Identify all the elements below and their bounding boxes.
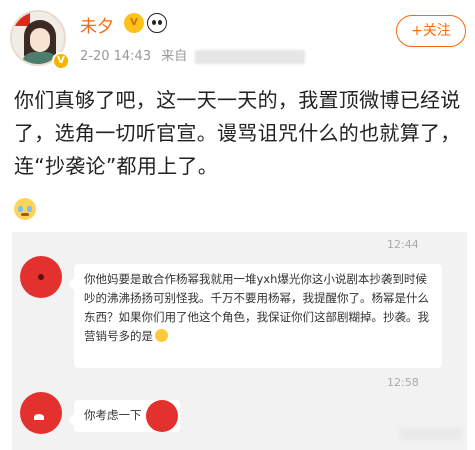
- chat-message-text-2: 你考虑一下: [84, 408, 142, 422]
- username[interactable]: 未夕: [80, 12, 114, 37]
- flag-icon: [12, 12, 30, 26]
- level-badge-icon: V: [124, 13, 144, 33]
- chat-message-bubble-1: 你他妈要是敢合作杨幂我就用一堆yxh爆光你这小说剧本抄袭到时候吵的沸沸扬扬可别怪…: [68, 264, 442, 368]
- user-avatar[interactable]: V: [10, 10, 70, 70]
- post-body-text: 你们真够了吧，这一天一天的，我置顶微博已经说了，选角一切听官宣。谩骂诅咒什么的也…: [14, 88, 461, 178]
- chat-avatar-redacted: [20, 256, 62, 298]
- post-header: V 未夕 V 2-20 14:43 来自 +关注: [0, 0, 475, 80]
- crying-face-icon: [14, 198, 36, 220]
- post-source-redacted: [195, 49, 306, 64]
- chat-timestamp-2: 12:58: [387, 376, 419, 389]
- post-timestamp: 2-20 14:43: [80, 49, 152, 64]
- verified-badge-icon: V: [52, 52, 70, 70]
- panda-icon: [147, 13, 167, 33]
- follow-button[interactable]: +关注: [396, 15, 466, 47]
- post-meta: 2-20 14:43 来自: [80, 45, 306, 64]
- redaction-mark: [146, 400, 178, 432]
- smile-icon: [155, 329, 168, 342]
- chat-avatar-redacted-2: [20, 392, 62, 434]
- chat-screenshot: 12:44 你他妈要是敢合作杨幂我就用一堆yxh爆光你这小说剧本抄袭到时候吵的沸…: [12, 232, 467, 450]
- chat-message-text-1: 你他妈要是敢合作杨幂我就用一堆yxh爆光你这小说剧本抄袭到时候吵的沸沸扬扬可别怪…: [84, 272, 429, 343]
- user-badges: V: [124, 13, 167, 33]
- watermark-blur: [400, 428, 462, 440]
- post-source-label: 来自: [161, 49, 188, 64]
- chat-timestamp-1: 12:44: [387, 238, 419, 251]
